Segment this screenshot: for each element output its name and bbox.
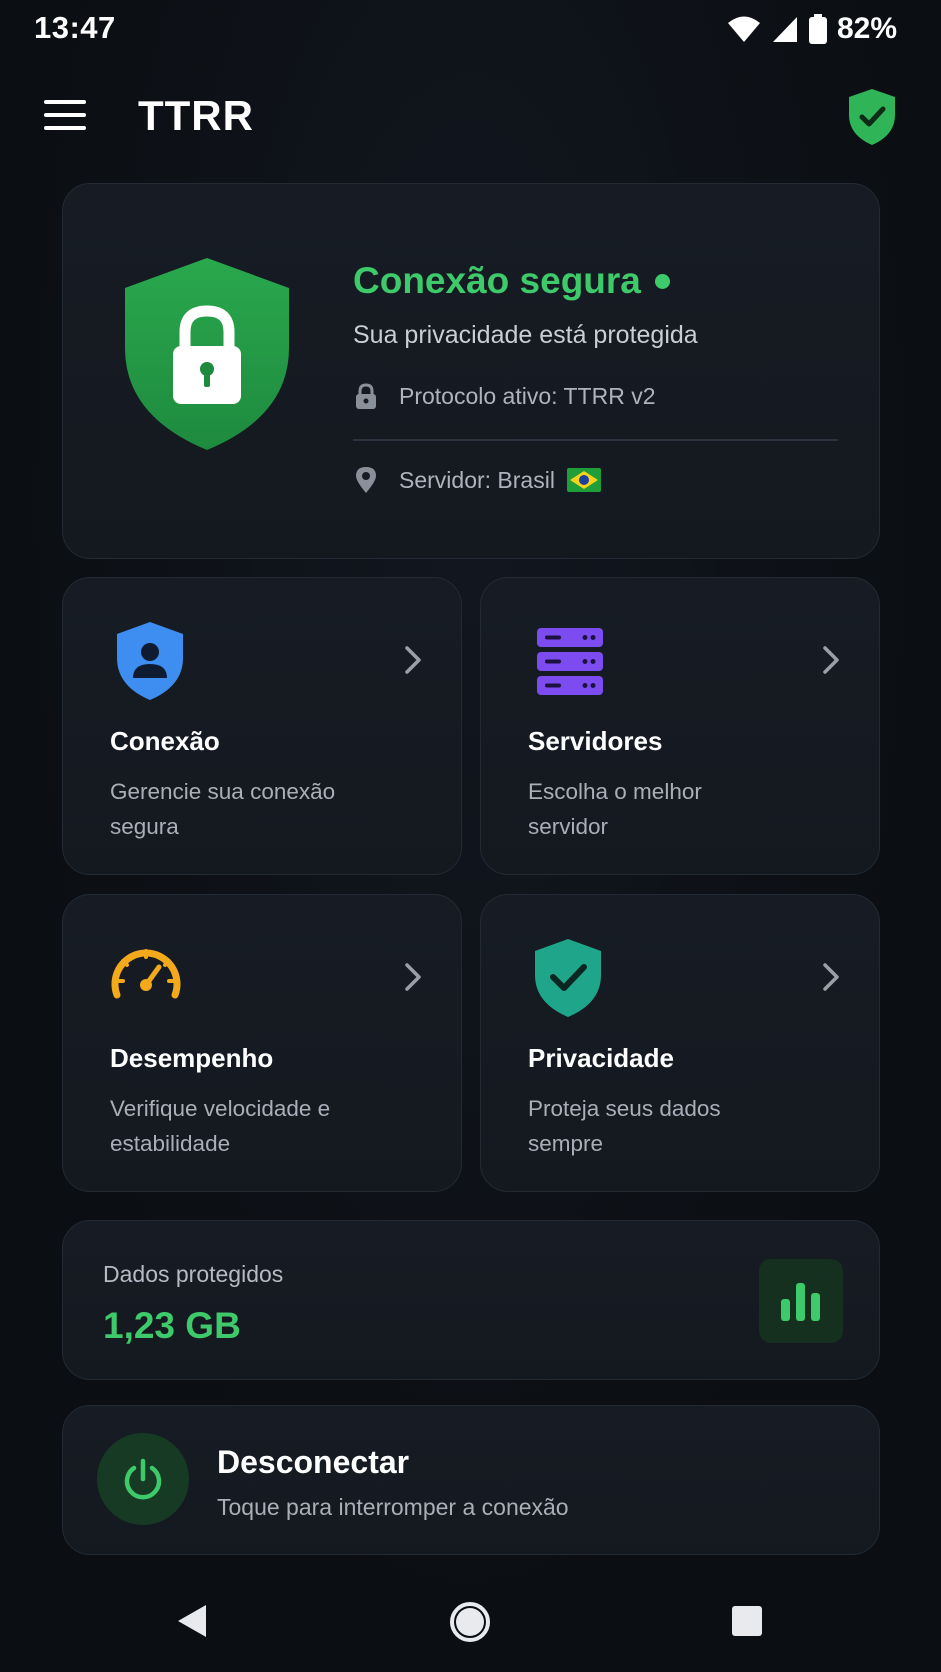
power-icon	[124, 1458, 162, 1500]
feature-title: Desempenho	[110, 1043, 274, 1073]
protected-data-card: Dados protegidos 1,23 GB	[62, 1220, 880, 1380]
signal-icon	[772, 17, 797, 42]
chevron-right-icon	[823, 646, 839, 674]
lock-icon	[356, 383, 376, 409]
shield-check-icon	[535, 939, 601, 1017]
back-icon[interactable]	[174, 1602, 210, 1640]
online-indicator-dot	[654, 273, 670, 289]
brazil-flag-icon	[566, 468, 601, 492]
protected-data-label: Dados protegidos	[103, 1261, 284, 1287]
system-nav-bar	[0, 1590, 941, 1654]
speedometer-icon	[111, 949, 181, 999]
location-pin-icon	[356, 467, 376, 493]
shield-check-icon[interactable]	[847, 88, 897, 146]
feature-title: Conexão	[110, 726, 220, 756]
wifi-icon	[727, 16, 760, 42]
battery-icon	[808, 14, 827, 44]
feature-title: Privacidade	[528, 1043, 674, 1073]
feature-title: Servidores	[528, 726, 663, 756]
feature-card-performance[interactable]: Desempenho Verifique velocidade e estabi…	[62, 894, 462, 1192]
protocol-row: Protocolo ativo: TTRR v2	[353, 382, 656, 410]
menu-icon[interactable]	[44, 100, 86, 132]
battery-percentage: 82%	[836, 12, 897, 45]
chevron-right-icon	[405, 646, 421, 674]
feature-card-connection[interactable]: Conexão Gerencie sua conexão segura	[62, 577, 462, 875]
status-bar: 13:47 82%	[0, 0, 941, 56]
recent-apps-icon[interactable]	[730, 1604, 764, 1638]
app-bar: TTRR	[0, 78, 941, 158]
connection-status-card: Conexão segura Sua privacidade está prot…	[62, 183, 880, 559]
status-time: 13:47	[34, 10, 116, 45]
divider	[353, 439, 838, 441]
stats-button[interactable]	[759, 1259, 843, 1343]
user-shield-icon	[117, 622, 183, 700]
protocol-text: Protocolo ativo: TTRR v2	[399, 382, 656, 409]
app-title: TTRR	[138, 92, 254, 139]
feature-description: Escolha o melhor servidor	[528, 779, 702, 839]
status-icons: 82%	[727, 12, 897, 46]
server-row: Servidor: Brasil	[353, 466, 601, 494]
connection-status-subtitle: Sua privacidade está protegida	[353, 321, 698, 349]
bar-chart-icon	[781, 1283, 820, 1321]
connection-status-title: Conexão segura	[353, 260, 670, 302]
home-icon[interactable]	[448, 1600, 492, 1644]
feature-description: Proteja seus dados sempre	[528, 1096, 721, 1156]
server-icon	[537, 628, 603, 695]
server-text: Servidor: Brasil	[399, 466, 555, 493]
chevron-right-icon	[823, 963, 839, 991]
feature-description: Verifique velocidade e estabilidade	[110, 1096, 331, 1156]
chevron-right-icon	[405, 963, 421, 991]
disconnect-title: Desconectar	[217, 1444, 410, 1480]
connection-status-text: Conexão segura	[353, 260, 641, 301]
lock-shield-icon	[125, 258, 289, 450]
disconnect-subtitle: Toque para interromper a conexão	[217, 1494, 569, 1520]
feature-card-servers[interactable]: Servidores Escolha o melhor servidor	[480, 577, 880, 875]
power-button[interactable]	[97, 1433, 189, 1525]
disconnect-button[interactable]: Desconectar Toque para interromper a con…	[62, 1405, 880, 1555]
feature-card-privacy[interactable]: Privacidade Proteja seus dados sempre	[480, 894, 880, 1192]
feature-description: Gerencie sua conexão segura	[110, 779, 336, 839]
protected-data-value: 1,23 GB	[103, 1305, 241, 1346]
